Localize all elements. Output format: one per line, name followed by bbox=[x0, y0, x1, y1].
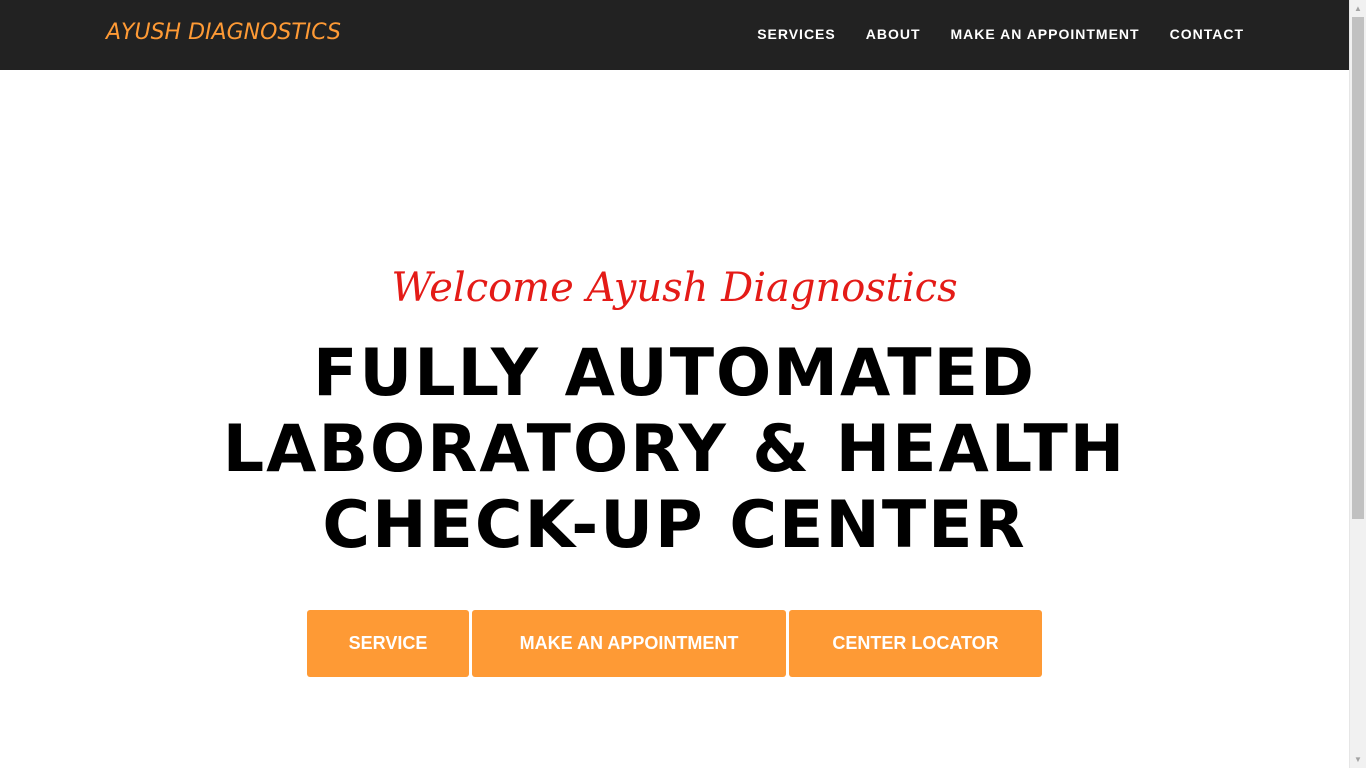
welcome-subheading: Welcome Ayush Diagnostics bbox=[391, 265, 958, 311]
top-navbar: AYUSH DIAGNOSTICS SERVICES ABOUT MAKE AN… bbox=[0, 0, 1349, 70]
nav-link-contact[interactable]: CONTACT bbox=[1170, 26, 1244, 42]
center-locator-button[interactable]: CENTER LOCATOR bbox=[789, 610, 1042, 677]
nav-link-make-appointment[interactable]: MAKE AN APPOINTMENT bbox=[951, 26, 1140, 42]
nav-link-about[interactable]: ABOUT bbox=[866, 26, 921, 42]
brand-logo-link[interactable]: AYUSH DIAGNOSTICS bbox=[106, 20, 341, 45]
nav-item-contact: CONTACT bbox=[1170, 26, 1244, 44]
service-button[interactable]: SERVICE bbox=[307, 610, 469, 677]
scrollbar-thumb[interactable] bbox=[1352, 17, 1364, 519]
make-appointment-button[interactable]: MAKE AN APPOINTMENT bbox=[472, 610, 786, 677]
nav-link-services[interactable]: SERVICES bbox=[757, 26, 836, 42]
hero-section: Welcome Ayush Diagnostics FULLY AUTOMATE… bbox=[0, 70, 1349, 768]
nav-item-appointment: MAKE AN APPOINTMENT bbox=[951, 26, 1140, 44]
nav-item-about: ABOUT bbox=[866, 26, 921, 44]
headline-line-1: FULLY AUTOMATED bbox=[313, 336, 1036, 411]
nav-item-services: SERVICES bbox=[757, 26, 836, 44]
nav-menu: SERVICES ABOUT MAKE AN APPOINTMENT CONTA… bbox=[727, 0, 1244, 70]
vertical-scrollbar[interactable]: ▲ ▼ bbox=[1349, 0, 1366, 768]
headline-line-3: CHECK-UP CENTER bbox=[322, 488, 1027, 563]
hero-button-group: SERVICE MAKE AN APPOINTMENT CENTER LOCAT… bbox=[307, 610, 1042, 677]
scroll-up-arrow-icon[interactable]: ▲ bbox=[1350, 0, 1366, 17]
scroll-down-arrow-icon[interactable]: ▼ bbox=[1350, 751, 1366, 768]
headline-line-2: LABORATORY & HEALTH bbox=[222, 412, 1127, 487]
hero-headline: FULLY AUTOMATED LABORATORY & HEALTH CHEC… bbox=[0, 336, 1349, 564]
